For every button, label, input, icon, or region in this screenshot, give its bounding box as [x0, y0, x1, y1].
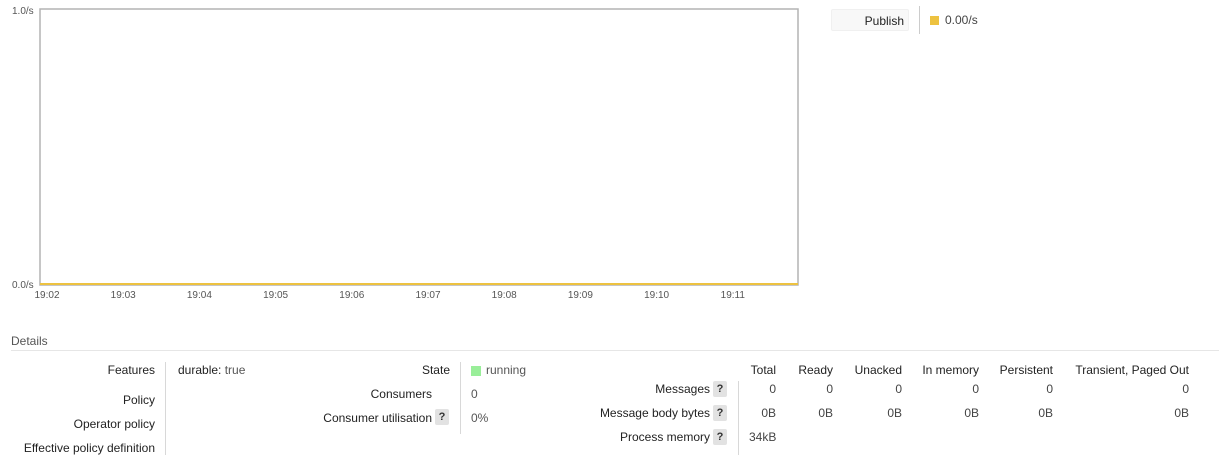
stats-divider	[738, 381, 739, 455]
body-bytes-ready: 0B	[818, 406, 833, 420]
legend-color-swatch	[930, 15, 939, 25]
x-tick-label: 19:03	[111, 290, 136, 301]
message-rates-chart: 1.0/s 0.0/s 19:02 19:03 19:04 19:05 19:06 19:…	[12, 6, 799, 301]
state-divider	[460, 362, 461, 434]
legend-divider	[919, 6, 920, 34]
x-tick-label: 19:06	[339, 290, 364, 301]
body-bytes-in-memory: 0B	[964, 406, 979, 420]
state-value: running	[486, 363, 527, 377]
body-bytes-persistent: 0B	[1038, 406, 1053, 420]
column-header-persistent: Persistent	[999, 363, 1053, 377]
x-tick-label: 19:04	[187, 290, 212, 301]
message-body-bytes-help-icon[interactable]: ?	[713, 405, 727, 421]
policy-label: Policy	[122, 393, 155, 407]
body-bytes-transient-paged-out: 0B	[1174, 406, 1189, 420]
operator-policy-label: Operator policy	[73, 417, 155, 431]
messages-total: 0	[769, 382, 776, 396]
row-label-process-memory: Process memory	[619, 430, 710, 444]
details-heading: Details	[11, 334, 48, 348]
body-bytes-unacked: 0B	[887, 406, 902, 420]
body-bytes-total: 0B	[761, 406, 776, 420]
x-tick-label: 19:09	[568, 290, 593, 301]
x-tick-label: 19:10	[644, 290, 669, 301]
features-divider	[165, 362, 166, 455]
features-label: Features	[107, 363, 155, 377]
consumer-utilisation-label: Consumer utilisation	[323, 411, 432, 425]
column-header-in-memory: In memory	[922, 363, 979, 377]
features-value: durable: true	[178, 363, 245, 377]
x-tick-label: 19:07	[415, 290, 440, 301]
legend-rate-value: 0.00/s	[945, 13, 978, 27]
state-label: State	[421, 363, 450, 377]
column-header-total: Total	[750, 363, 776, 377]
row-label-messages: Messages	[655, 382, 710, 396]
consumer-utilisation-value: 0%	[471, 411, 489, 425]
messages-unacked: 0	[895, 382, 902, 396]
y-tick-label-min: 0.0/s	[12, 280, 34, 291]
column-header-unacked: Unacked	[854, 363, 902, 377]
features-key: durable:	[178, 363, 222, 377]
x-tick-label: 19:11	[721, 290, 746, 301]
messages-persistent: 0	[1046, 382, 1053, 396]
column-header-ready: Ready	[798, 363, 833, 377]
features-durable-value: true	[224, 363, 246, 377]
messages-transient-paged-out: 0	[1182, 382, 1189, 396]
consumer-utilisation-help-icon[interactable]: ?	[435, 409, 449, 425]
effective-policy-label: Effective policy definition	[23, 441, 155, 455]
chart-legend: Publish 0.00/s	[831, 6, 978, 34]
consumers-label: Consumers	[370, 387, 432, 401]
details-divider	[11, 350, 1219, 351]
process-memory-value: 34kB	[749, 430, 777, 444]
x-tick-label: 19:08	[492, 290, 517, 301]
messages-help-icon[interactable]: ?	[713, 381, 727, 397]
row-label-message-body-bytes: Message body bytes	[599, 406, 710, 420]
plot-area	[39, 8, 799, 286]
column-header-transient-paged-out: Transient, Paged Out	[1075, 363, 1189, 377]
messages-ready: 0	[826, 382, 833, 396]
legend-series-label[interactable]: Publish	[831, 9, 909, 31]
state-indicator-icon	[471, 366, 481, 376]
y-tick-label-max: 1.0/s	[12, 6, 34, 17]
consumers-value: 0	[471, 387, 478, 401]
x-tick-label: 19:05	[263, 290, 288, 301]
process-memory-help-icon[interactable]: ?	[713, 429, 727, 445]
messages-in-memory: 0	[972, 382, 979, 396]
x-tick-label: 19:02	[34, 290, 59, 301]
